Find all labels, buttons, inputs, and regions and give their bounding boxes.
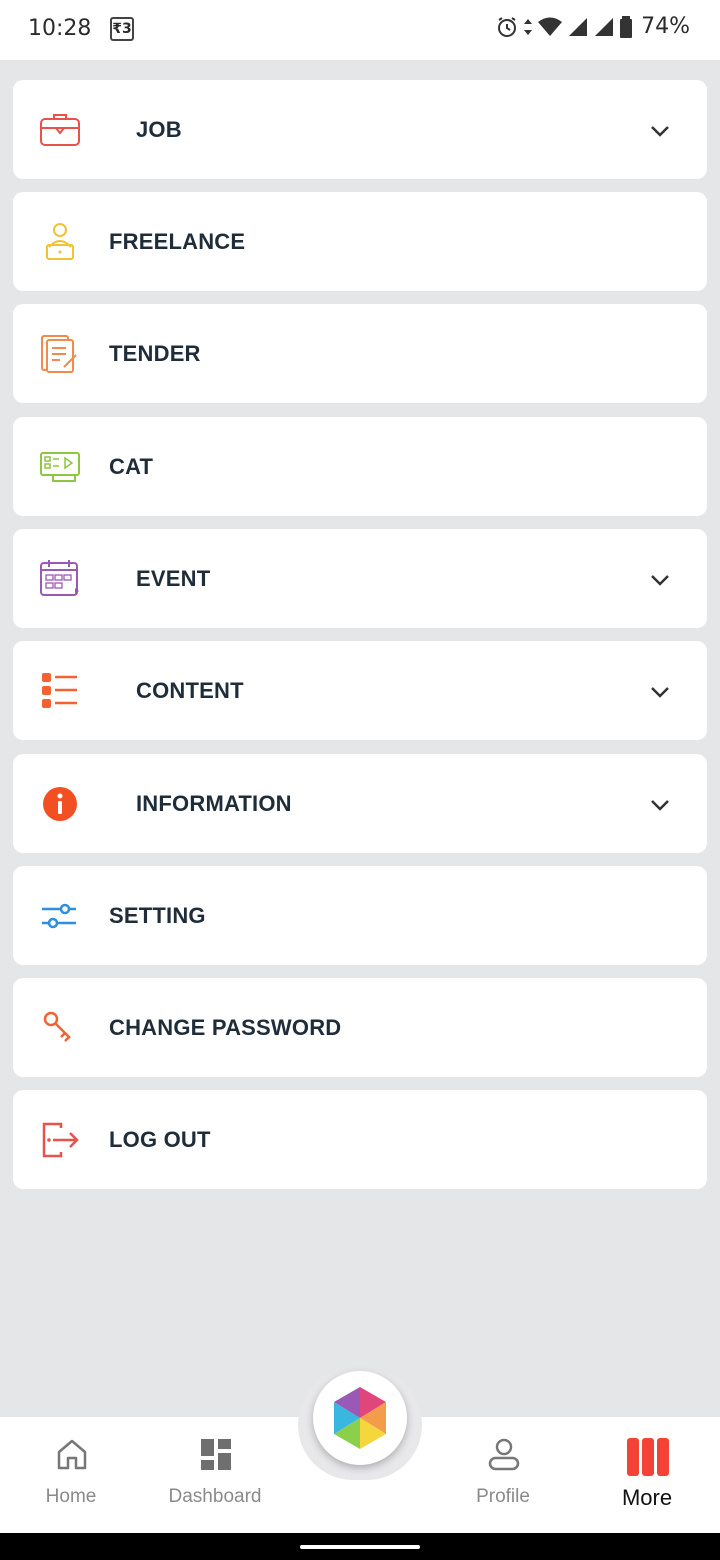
menu-item-label: LOG OUT [109,1127,211,1152]
data-arrows-icon [524,18,533,35]
menu-item-label: FREELANCE [109,229,246,254]
chevron-down-icon[interactable] [649,794,671,816]
profile-icon [488,1438,520,1471]
menu-item-label: SETTING [109,903,206,928]
nav-profile-label: Profile [476,1486,530,1507]
menu-item-event[interactable]: EVENT [13,529,707,628]
menu-item-label: JOB [136,117,182,142]
more-icon [627,1438,669,1476]
nav-more-label: More [621,1485,673,1510]
menu-item-tender[interactable]: TENDER [13,304,707,403]
rupee-notification-icon: ₹3 [110,17,134,41]
chevron-down-icon[interactable] [649,120,671,142]
home-gesture-handle[interactable] [300,1545,420,1549]
dashboard-icon [201,1439,231,1470]
center-app-button[interactable] [313,1371,407,1465]
menu-item-information[interactable]: INFORMATION [13,754,707,853]
nav-profile[interactable]: Profile [443,1417,563,1533]
signal-icon-2 [595,17,614,36]
info-icon [43,787,77,821]
nav-dashboard[interactable]: Dashboard [155,1417,275,1533]
sliders-icon [42,903,76,929]
status-indicators: 74% [495,14,690,39]
menu-item-log-out[interactable]: LOG OUT [13,1090,707,1189]
freelancer-icon [46,223,74,260]
alarm-icon [498,16,517,37]
nav-home[interactable]: Home [11,1417,131,1533]
status-bar: 10:28 ₹3 74% [0,0,720,60]
chevron-down-icon[interactable] [649,681,671,703]
menu-item-label: CAT [109,454,154,479]
menu-item-label: CONTENT [136,678,244,703]
nav-dashboard-label: Dashboard [168,1486,262,1507]
menu-item-label: EVENT [136,566,211,591]
key-icon [43,1011,71,1042]
menu-item-setting[interactable]: SETTING [13,866,707,965]
menu-item-job[interactable]: JOB [13,80,707,179]
document-sign-icon [41,335,77,373]
list-icon [42,673,77,708]
wifi-icon [538,17,563,36]
menu-item-change-password[interactable]: CHANGE PASSWORD [13,978,707,1077]
logout-icon [42,1122,79,1158]
presentation-icon [40,452,80,482]
menu-item-freelance[interactable]: FREELANCE [13,192,707,291]
calendar-icon [40,560,79,596]
chevron-down-icon[interactable] [649,569,671,591]
menu-item-label: INFORMATION [136,791,292,816]
battery-icon [620,15,633,38]
nav-home-label: Home [45,1486,97,1507]
menu-item-label: TENDER [109,341,201,366]
menu-item-label: CHANGE PASSWORD [109,1015,342,1040]
home-icon [57,1439,87,1470]
nav-more[interactable]: More [587,1417,707,1533]
hexagon-logo-icon [334,1387,386,1449]
menu-item-cat[interactable]: CAT [13,417,707,516]
menu-item-content[interactable]: CONTENT [13,641,707,740]
battery-percent: 74% [641,14,690,39]
briefcase-icon [40,114,80,146]
signal-icon [569,17,588,36]
status-time: 10:28 [28,16,92,41]
